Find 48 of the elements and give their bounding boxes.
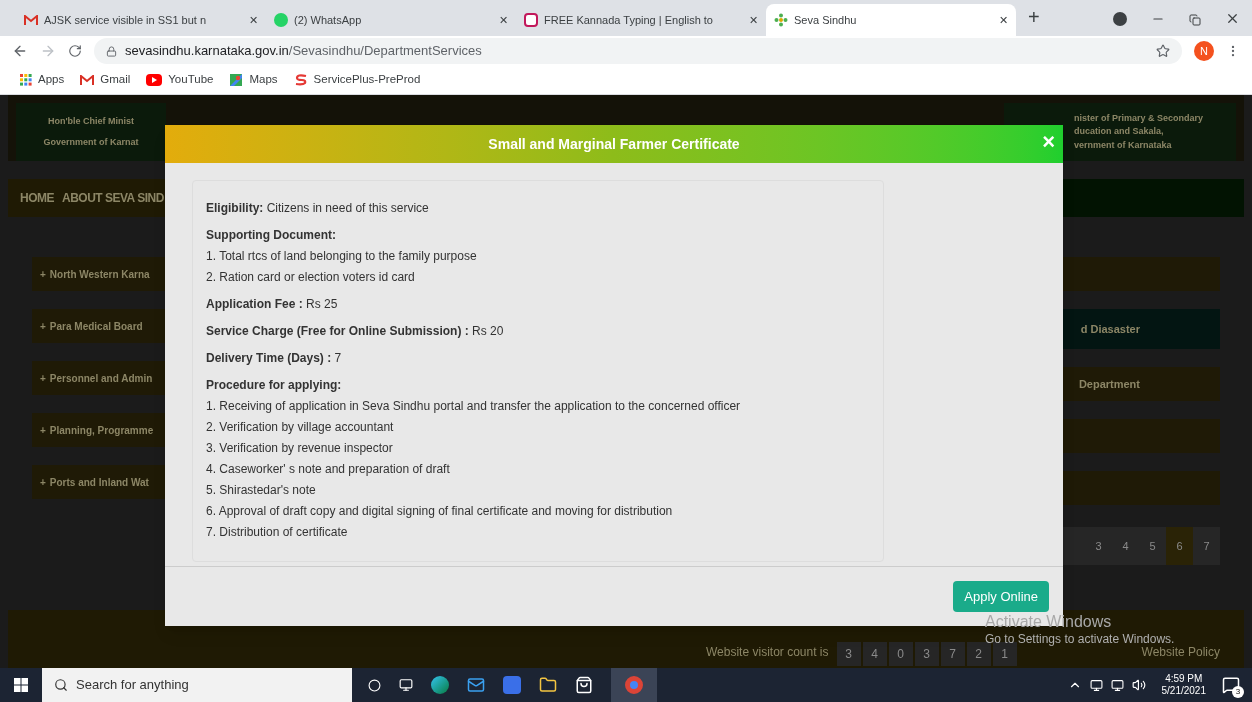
- expand-glyph: +: [40, 423, 46, 438]
- list-item: 2. Verification by village accountant: [206, 419, 395, 436]
- tab-title: Seva Sindhu: [794, 12, 858, 28]
- list-item: 5. Shirastedar's note: [206, 482, 317, 499]
- expand-glyph: +: [40, 319, 46, 334]
- list-item: 1. Receiving of application in Seva Sindhu portal and transfer the application to the concerned officer: [206, 398, 742, 415]
- expand-glyph: +: [40, 371, 46, 386]
- department-name: North Western Karna: [49, 267, 150, 282]
- header-text: Hon'ble Chief Minist: [47, 114, 135, 128]
- list-item: 1. Total rtcs of land belonging to the family purpose: [206, 248, 478, 265]
- list-item: 3. Verification by revenue inspector: [206, 440, 394, 457]
- counter-digit: 3: [914, 642, 939, 666]
- notification-count: 3: [1232, 686, 1244, 698]
- counter-digit: 2: [966, 642, 991, 666]
- header-text: Government of Karnat: [43, 136, 139, 149]
- search-placeholder: Search for anything: [76, 676, 189, 695]
- tab-title: FREE Kannada Typing | English to: [544, 12, 714, 28]
- department-name: Personnel and Admin: [49, 371, 153, 386]
- clock-date: 5/21/2021: [1161, 685, 1206, 698]
- header-text: vernment of Karnataka: [1074, 138, 1173, 152]
- tab-title: (2) WhatsApp: [294, 12, 363, 28]
- department-name: Ports and Inland Wat: [49, 475, 149, 490]
- visitor-count-label: Website visitor count is: [706, 644, 829, 661]
- header-text: nister of Primary & Secondary: [1074, 111, 1205, 125]
- detail-text: Service Charge (Free for Online Submission) : Rs 20: [206, 323, 505, 340]
- section-heading: Procedure for applying:: [206, 377, 343, 394]
- counter-digit: 7: [940, 642, 965, 666]
- detail-text: Delivery Time (Days) : 7: [206, 350, 343, 367]
- list-item: 7. Distribution of certificate: [206, 524, 349, 541]
- header-text: ducation and Sakala,: [1074, 125, 1165, 139]
- counter-digit: 3: [836, 642, 861, 666]
- expand-glyph: +: [40, 267, 46, 282]
- list-item: 4. Caseworker' s note and preparation of draft: [206, 461, 451, 478]
- counter-digit: 1: [992, 642, 1017, 666]
- url-text: sevasindhu.karnataka.gov.in/Sevasindhu/DepartmentServices: [125, 42, 483, 61]
- list-item: 6. Approval of draft copy and digital signing of final certificate and moving for distribution: [206, 503, 674, 520]
- expand-glyph: +: [40, 475, 46, 490]
- counter-digit: 4: [862, 642, 887, 666]
- list-item: 2. Ration card or election voters id card: [206, 269, 416, 286]
- counter-digit: 0: [888, 642, 913, 666]
- clock-time: 4:59 PM: [1165, 672, 1203, 685]
- tab-title: AJSK service visible in SS1 but n: [44, 12, 208, 28]
- detail-text: Application Fee : Rs 25: [206, 296, 339, 313]
- section-heading: Supporting Document:: [206, 227, 337, 244]
- dialog-title: Small and Marginal Farmer Certificate: [488, 134, 740, 154]
- department-name: Para Medical Board: [49, 319, 143, 334]
- department-name: Planning, Programme: [49, 423, 154, 438]
- detail-text: Eligibility: Citizens in need of this service: [206, 200, 430, 217]
